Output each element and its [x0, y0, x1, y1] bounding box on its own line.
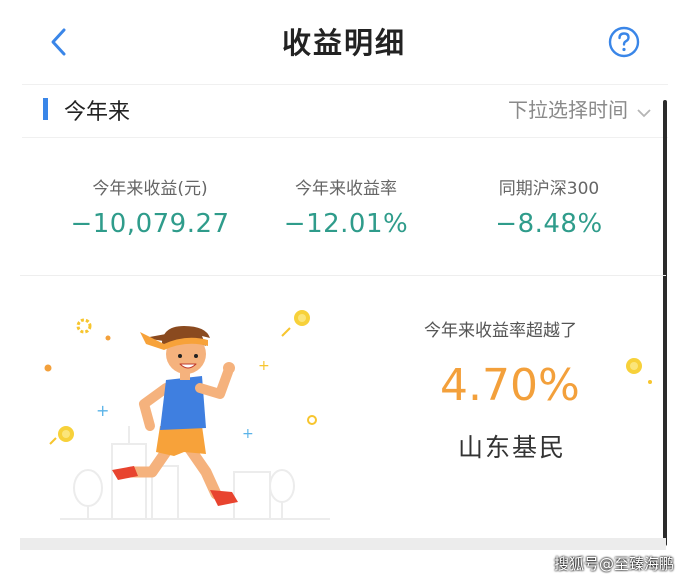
ranking-card: + + + 今年来收益率超越了 4.70% 山东基民: [20, 276, 666, 538]
beat-label: 今年来收益率超越了: [424, 321, 577, 341]
beat-percentage: 4.70%: [440, 360, 580, 411]
beat-region: 山东基民: [458, 433, 567, 462]
stat-value: −12.01%: [283, 209, 409, 239]
svg-text:+: +: [242, 426, 254, 442]
section-header: 今年来 下拉选择时间: [22, 84, 668, 138]
svg-text:+: +: [96, 401, 109, 420]
stat-ytd-rate: 今年来收益率 −12.01%: [246, 174, 446, 239]
page-title: 收益明细: [281, 26, 406, 60]
stat-label: 今年来收益(元): [92, 179, 208, 199]
time-picker-label: 下拉选择时间: [508, 98, 628, 122]
stat-ytd-return: 今年来收益(元) −10,079.27: [50, 174, 250, 239]
coin-icon: [626, 358, 652, 384]
help-button[interactable]: [606, 24, 642, 60]
svg-text:+: +: [258, 358, 270, 374]
runner-illustration: + + +: [44, 310, 330, 520]
watermark-text: 搜狐号@至臻海鹏: [553, 555, 674, 573]
stat-value: −8.48%: [495, 209, 603, 239]
time-picker-dropdown[interactable]: 下拉选择时间: [508, 94, 652, 124]
stat-hs300: 同期沪深300 −8.48%: [449, 174, 649, 239]
stat-value: −10,079.27: [70, 209, 230, 239]
period-label: 今年来: [64, 100, 131, 125]
chevron-down-icon: [636, 100, 652, 124]
footer-divider: [20, 538, 666, 550]
section-accent-bar: [43, 98, 48, 120]
stat-label: 今年来收益率: [295, 179, 397, 199]
help-circle-icon: [608, 26, 640, 58]
stat-label: 同期沪深300: [498, 179, 600, 199]
nav-bar: 收益明细: [0, 0, 688, 84]
stats-row: 今年来收益(元) −10,079.27 今年来收益率 −12.01% 同期沪深3…: [20, 140, 666, 276]
